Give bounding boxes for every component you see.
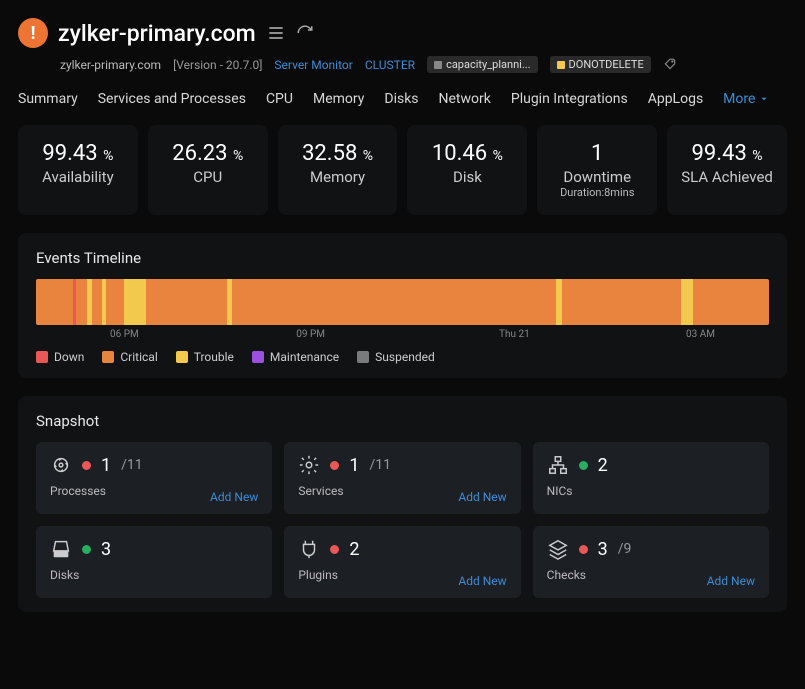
- snapshot-plugins[interactable]: 2PluginsAdd New: [284, 526, 520, 598]
- add-new-link[interactable]: Add New: [707, 574, 755, 588]
- menu-icon[interactable]: [266, 23, 286, 43]
- status-dot-icon: [82, 461, 91, 470]
- legend-swatch-icon: [252, 351, 264, 363]
- processes-icon: [50, 454, 72, 476]
- metric-label: CPU: [156, 168, 260, 186]
- snapshot-panel: Snapshot 1/11ProcessesAdd New1/11Service…: [18, 396, 787, 612]
- server-monitor-link[interactable]: Server Monitor: [274, 58, 352, 72]
- snapshot-count: 1: [101, 455, 111, 476]
- metric-label: Disk: [415, 168, 519, 186]
- metric-sla-achieved[interactable]: 99.43 % SLA Achieved: [667, 125, 787, 215]
- legend-swatch-icon: [357, 351, 369, 363]
- status-dot-icon: [330, 545, 339, 554]
- legend-swatch-icon: [102, 351, 114, 363]
- tab-memory[interactable]: Memory: [313, 91, 364, 107]
- status-dot-icon: [330, 461, 339, 470]
- tab-summary[interactable]: Summary: [18, 91, 78, 107]
- tab-plugins[interactable]: Plugin Integrations: [511, 91, 628, 107]
- snapshot-count: 1: [349, 455, 359, 476]
- page-title: zylker-primary.com: [58, 20, 256, 47]
- tag-donotdelete[interactable]: DONOTDELETE: [550, 56, 651, 73]
- tag-dot-yellow-icon: [557, 61, 565, 69]
- snapshot-checks[interactable]: 3/9ChecksAdd New: [533, 526, 769, 598]
- metric-cpu[interactable]: 26.23 % CPU: [148, 125, 268, 215]
- snapshot-count: 3: [101, 539, 111, 560]
- sub-hostname: zylker-primary.com: [60, 58, 161, 72]
- tab-services[interactable]: Services and Processes: [98, 91, 246, 107]
- chevron-down-icon: [759, 94, 769, 104]
- snapshot-total: /11: [121, 457, 143, 473]
- version-label: [Version - 20.7.0]: [173, 58, 262, 72]
- add-new-link[interactable]: Add New: [458, 574, 506, 588]
- refresh-icon[interactable]: [296, 24, 314, 42]
- metric-value: 32.58 %: [286, 141, 390, 166]
- metric-sublabel: Duration:8mins: [545, 186, 649, 199]
- events-timeline-title: Events Timeline: [36, 249, 769, 267]
- status-warning-icon: !: [18, 18, 48, 48]
- snapshot-total: /11: [369, 457, 391, 473]
- cluster-label: CLUSTER: [365, 58, 415, 72]
- metric-value: 10.46 %: [415, 141, 519, 166]
- snapshot-label: NICs: [547, 484, 755, 498]
- legend-swatch-icon: [36, 351, 48, 363]
- tab-more[interactable]: More: [723, 91, 769, 107]
- snapshot-label: Disks: [50, 568, 258, 582]
- nics-icon: [547, 454, 569, 476]
- metric-label: Downtime: [545, 168, 649, 186]
- status-dot-icon: [579, 461, 588, 470]
- tab-cpu[interactable]: CPU: [266, 91, 293, 107]
- tag-dot-gray-icon: [434, 61, 442, 69]
- snapshot-count: 3: [598, 539, 608, 560]
- legend-critical: Critical: [102, 350, 157, 364]
- snapshot-title: Snapshot: [36, 412, 769, 430]
- snapshot-count: 2: [598, 455, 608, 476]
- legend-suspended: Suspended: [357, 350, 435, 364]
- snapshot-disks[interactable]: 3 Disks: [36, 526, 272, 598]
- disks-icon: [50, 538, 72, 560]
- metric-value: 99.43 %: [26, 141, 130, 166]
- metric-value: 1: [545, 141, 649, 166]
- subheader: zylker-primary.com [Version - 20.7.0] Se…: [60, 56, 787, 73]
- timeline-ticks: 06 PM 09 PM Thu 21 03 AM: [36, 329, 769, 340]
- status-dot-icon: [82, 545, 91, 554]
- tab-applogs[interactable]: AppLogs: [648, 91, 703, 107]
- tab-disks[interactable]: Disks: [384, 91, 418, 107]
- header: ! zylker-primary.com: [18, 18, 787, 48]
- tab-network[interactable]: Network: [439, 91, 491, 107]
- add-new-link[interactable]: Add New: [210, 490, 258, 504]
- metric-memory[interactable]: 32.58 % Memory: [278, 125, 398, 215]
- legend-swatch-icon: [176, 351, 188, 363]
- metric-availability[interactable]: 99.43 % Availability: [18, 125, 138, 215]
- metric-label: Availability: [26, 168, 130, 186]
- metric-disk[interactable]: 10.46 % Disk: [407, 125, 527, 215]
- checks-icon: [547, 538, 569, 560]
- metric-label: Memory: [286, 168, 390, 186]
- snapshot-total: /9: [618, 541, 632, 557]
- metric-value: 99.43 %: [675, 141, 779, 166]
- legend-down: Down: [36, 350, 84, 364]
- add-new-link[interactable]: Add New: [458, 490, 506, 504]
- snapshot-count: 2: [349, 539, 359, 560]
- services-icon: [298, 454, 320, 476]
- plugins-icon: [298, 538, 320, 560]
- metrics-row: 99.43 % Availability 26.23 % CPU 32.58 % Memo…: [18, 125, 787, 215]
- legend-maintenance: Maintenance: [252, 350, 339, 364]
- snapshot-services[interactable]: 1/11ServicesAdd New: [284, 442, 520, 514]
- status-dot-icon: [579, 545, 588, 554]
- snapshot-grid: 1/11ProcessesAdd New1/11ServicesAdd New2…: [36, 442, 769, 598]
- metric-value: 26.23 %: [156, 141, 260, 166]
- events-timeline-panel: Events Timeline 06 PM 09 PM Thu 21 03 AM…: [18, 233, 787, 378]
- metric-label: SLA Achieved: [675, 168, 779, 186]
- timeline-bar[interactable]: [36, 279, 769, 325]
- tags-icon[interactable]: [663, 58, 677, 72]
- snapshot-nics[interactable]: 2 NICs: [533, 442, 769, 514]
- tabs: Summary Services and Processes CPU Memor…: [18, 91, 787, 107]
- snapshot-processes[interactable]: 1/11ProcessesAdd New: [36, 442, 272, 514]
- timeline-legend: Down Critical Trouble Maintenance Suspended: [36, 350, 769, 364]
- tag-capacity[interactable]: capacity_planni...: [427, 56, 537, 73]
- metric-downtime[interactable]: 1 DowntimeDuration:8mins: [537, 125, 657, 215]
- legend-trouble: Trouble: [176, 350, 234, 364]
